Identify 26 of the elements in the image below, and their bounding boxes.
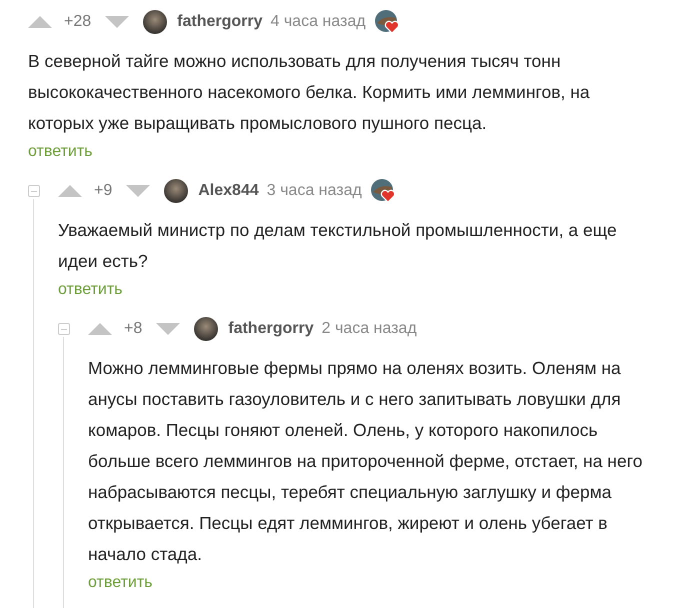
author-name[interactable]: fathergorry [228, 320, 314, 338]
reply-link[interactable]: ответить [88, 574, 152, 592]
comment-text: Уважаемый министр по делам текстильной промышленности, а еще идеи есть? [58, 219, 618, 273]
upvote-icon[interactable] [88, 323, 112, 335]
comment-time[interactable]: 4 часа назад [270, 13, 366, 31]
author-name[interactable]: fathergorry [177, 13, 262, 31]
downvote-icon[interactable] [126, 185, 150, 197]
downvote-icon[interactable] [105, 16, 130, 28]
comment-text: Можно лемминговые фермы прямо на оленях возить. Оленям на анусы поставить газоуловитель и с него запитывать ловушки для комаров. Песцы гоняют оленей. Олень, у которого накопилось больше всего леммингов на притороченной ферме, отстает, на него набрасываются песцы, теребят специальную заглушку и ферма открывается. Песцы едят леммингов, жиреют и олень убегает в начало стада. [88, 357, 644, 566]
collapse-icon[interactable] [28, 185, 40, 197]
comment-time[interactable]: 2 часа назад [322, 320, 417, 338]
upvote-icon[interactable] [28, 16, 52, 28]
avatar-icon[interactable] [143, 10, 168, 34]
reply-link[interactable]: ответить [28, 143, 92, 161]
avatar-icon[interactable] [164, 179, 188, 203]
comment-time[interactable]: 3 часа назад [266, 182, 362, 200]
reply-link[interactable]: ответить [58, 281, 122, 299]
downvote-icon[interactable] [156, 323, 180, 335]
author-name[interactable]: Alex844 [198, 182, 259, 200]
collapse-icon[interactable] [58, 323, 70, 335]
rating-count: +8 [124, 320, 142, 338]
avatar-icon[interactable] [194, 317, 218, 341]
rating-count: +9 [94, 182, 112, 200]
comment-text: В северной тайге можно использовать для получения тысяч тонн высококачественного насекомого белка. Кормить ими леммингов, на которых уже выращивать промыслового пушного песца. [28, 50, 591, 135]
rating-count: +28 [64, 13, 92, 31]
upvote-icon[interactable] [58, 185, 82, 197]
